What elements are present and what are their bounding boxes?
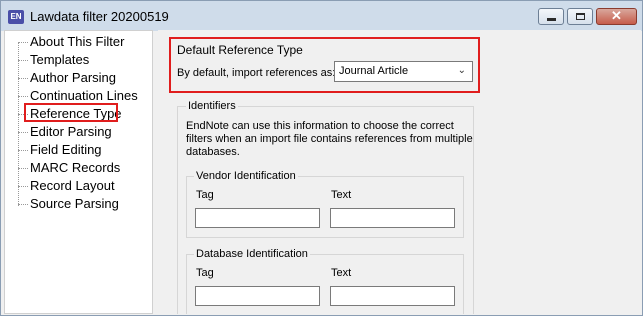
tree-branch [18, 60, 28, 61]
database-tag-input[interactable] [195, 286, 320, 306]
identifiers-description: EndNote can use this information to choo… [186, 120, 473, 158]
database-text-label: Text [331, 267, 352, 279]
tree-connector [18, 42, 19, 206]
reference-type-value: Journal Article [339, 65, 409, 77]
close-icon: ✕ [611, 8, 622, 23]
close-button[interactable]: ✕ [596, 8, 637, 25]
import-as-label: By default, import references as: [177, 67, 336, 79]
database-tag-label: Tag [196, 267, 214, 279]
vendor-tag-label: Tag [196, 189, 214, 201]
tree-branch [18, 186, 28, 187]
filter-section-tree[interactable]: About This Filter Templates Author Parsi… [4, 30, 153, 314]
tree-item-editor-parsing[interactable]: Editor Parsing [30, 123, 112, 141]
database-identification-title: Database Identification [194, 248, 310, 260]
tree-branch [18, 42, 28, 43]
vendor-tag-input[interactable] [195, 208, 320, 228]
endnote-app-icon: EN [8, 10, 24, 24]
window-title: Lawdata filter 20200519 [30, 9, 169, 24]
chevron-down-icon: ⌄ [457, 65, 466, 76]
tree-item-about-this-filter[interactable]: About This Filter [30, 33, 124, 51]
minimize-button[interactable] [538, 8, 564, 25]
title-bar[interactable]: EN Lawdata filter 20200519 ✕ [1, 1, 642, 31]
tree-item-marc-records[interactable]: MARC Records [30, 159, 120, 177]
database-text-input[interactable] [330, 286, 455, 306]
maximize-button[interactable] [567, 8, 593, 25]
tree-branch [18, 168, 28, 169]
tree-branch [18, 204, 28, 205]
minimize-icon [547, 18, 556, 21]
maximize-icon [576, 13, 585, 20]
vendor-identification-group [186, 176, 464, 238]
default-reference-type-title: Default Reference Type [177, 43, 303, 57]
tree-item-templates[interactable]: Templates [30, 51, 89, 69]
identifiers-title: Identifiers [186, 100, 238, 112]
tree-item-author-parsing[interactable]: Author Parsing [30, 69, 116, 87]
selected-item-highlight [24, 103, 118, 122]
tree-item-field-editing[interactable]: Field Editing [30, 141, 102, 159]
tree-branch [18, 132, 28, 133]
vendor-text-label: Text [331, 189, 352, 201]
tree-item-record-layout[interactable]: Record Layout [30, 177, 115, 195]
tree-branch [18, 78, 28, 79]
vendor-identification-title: Vendor Identification [194, 170, 298, 182]
tree-branch [18, 150, 28, 151]
reference-type-dropdown[interactable]: Journal Article ⌄ [334, 61, 473, 82]
tree-item-source-parsing[interactable]: Source Parsing [30, 195, 119, 213]
tree-branch [18, 96, 28, 97]
vendor-text-input[interactable] [330, 208, 455, 228]
